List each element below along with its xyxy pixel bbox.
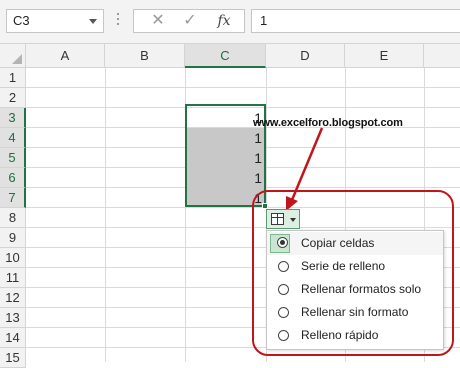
annotation-highlight-frame [252,190,454,356]
